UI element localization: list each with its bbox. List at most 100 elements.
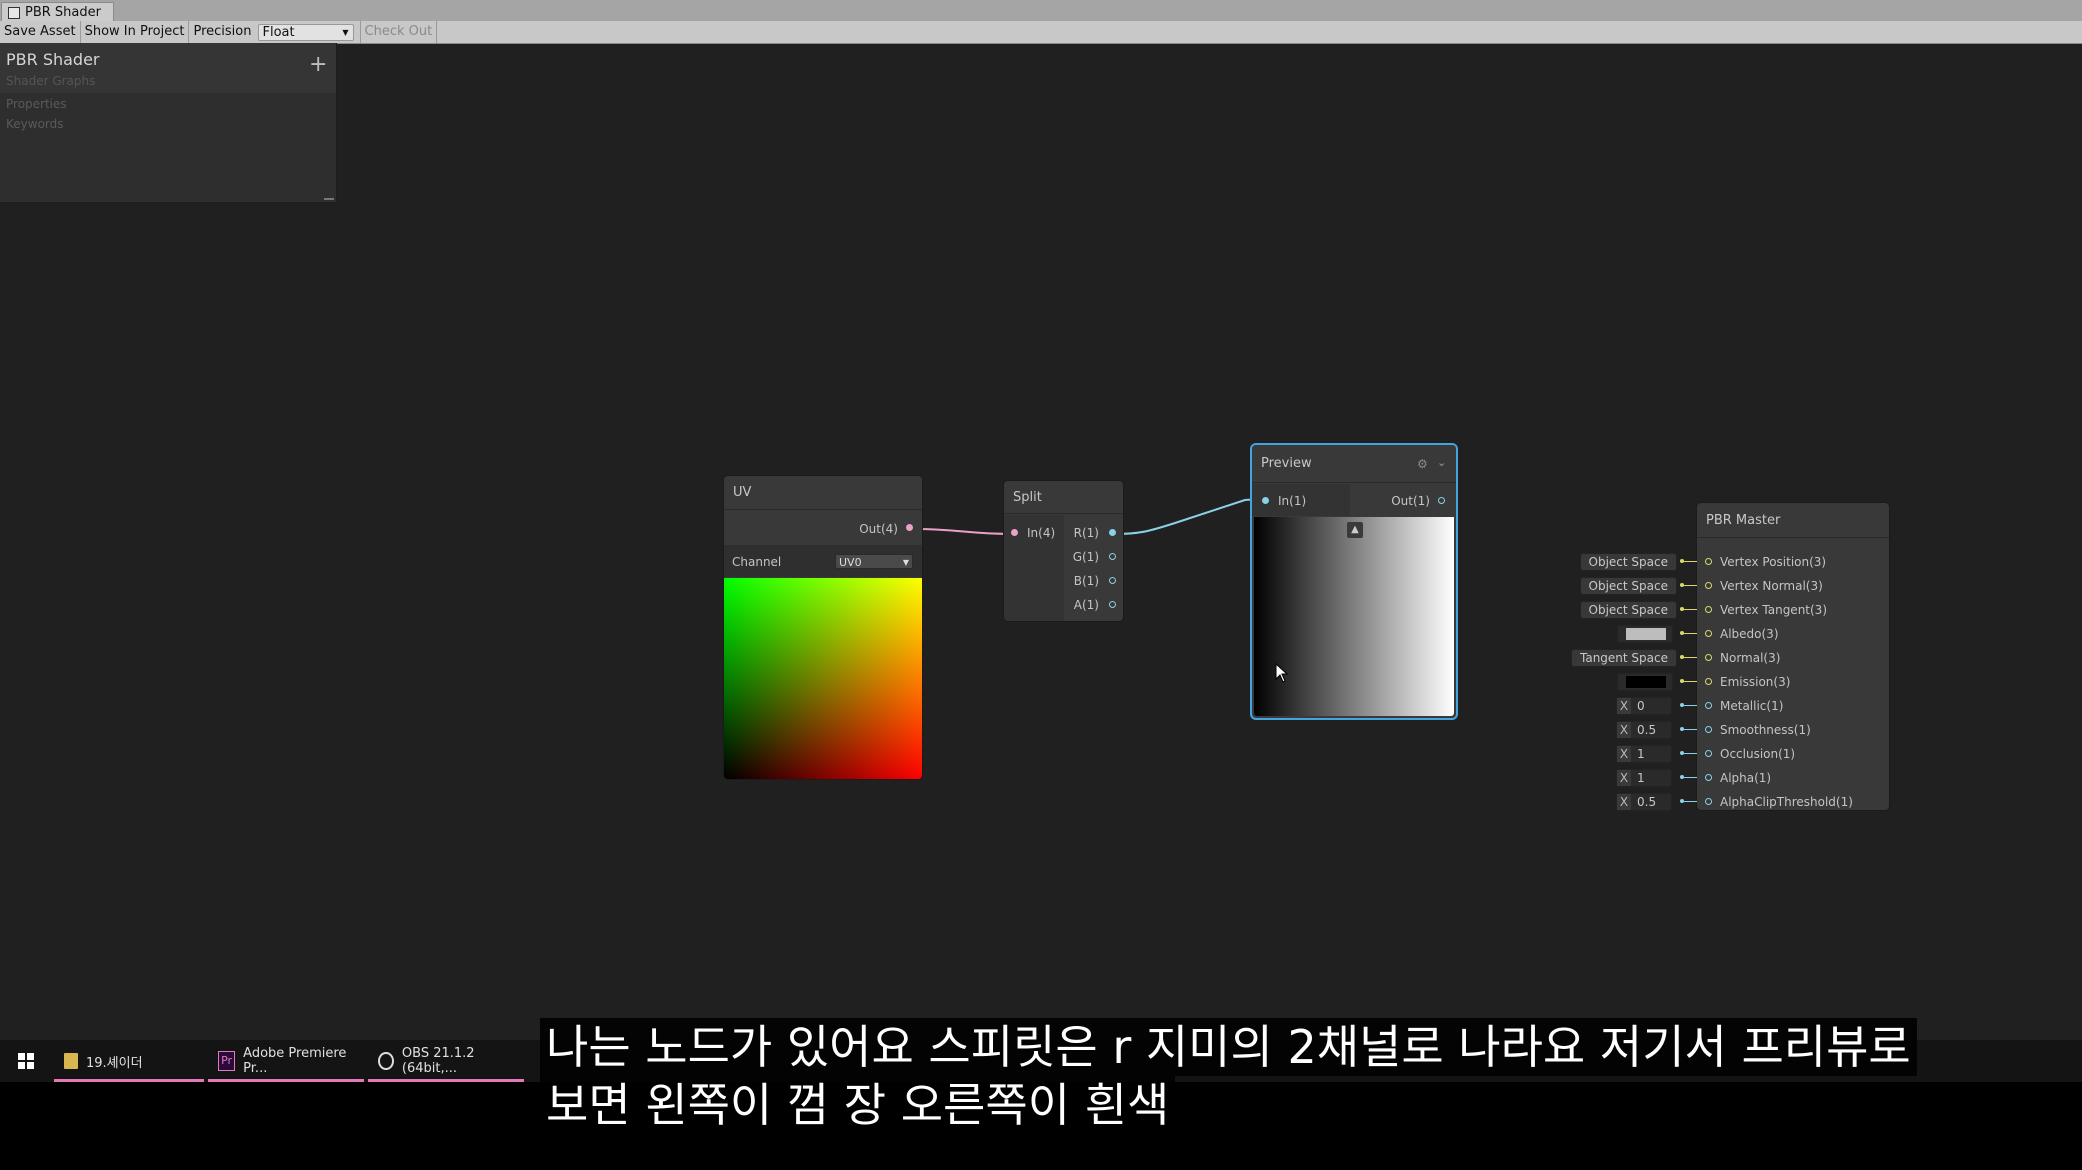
taskbar-item-folder[interactable]: 19.셰이더	[52, 1040, 206, 1082]
subtitle-line-2: 보면 왼쪽이 껌 장 오른쪽이 흰색	[540, 1076, 1176, 1134]
master-input-port[interactable]	[1705, 726, 1712, 733]
master-input-port[interactable]	[1705, 750, 1712, 757]
preview-in-label: In(1)	[1278, 494, 1307, 508]
master-input-label: Vertex Normal(3)	[1720, 579, 1823, 593]
folder-icon	[64, 1053, 78, 1069]
float-field[interactable]: X 0.5	[1616, 721, 1672, 739]
master-input-label: Albedo(3)	[1720, 627, 1779, 641]
master-input-connector	[1680, 727, 1684, 731]
master-input-connector	[1680, 679, 1684, 683]
master-input-label: AlphaClipThreshold(1)	[1720, 795, 1853, 809]
color-field[interactable]	[1617, 673, 1673, 691]
master-input-port[interactable]	[1705, 606, 1712, 613]
master-input-connector	[1680, 607, 1684, 611]
color-swatch	[1626, 628, 1666, 640]
float-field[interactable]: X0	[1616, 697, 1672, 715]
video-subtitle: 나는 노드가 있어요 스피릿은 r 지미의 2채널로 나라요 저기서 프리뷰로 …	[540, 1018, 2060, 1134]
split-in-label: In(4)	[1027, 526, 1056, 540]
windows-icon	[18, 1053, 34, 1069]
split-out-g-port[interactable]	[1109, 553, 1116, 560]
float-value: 1	[1637, 771, 1645, 785]
taskbar-item-label: 19.셰이더	[86, 1055, 143, 1071]
float-value: 0.5	[1637, 795, 1657, 809]
split-in-port[interactable]	[1011, 529, 1018, 536]
uv-to-split-edge	[914, 528, 1016, 535]
master-input-connector	[1680, 631, 1684, 635]
collapse-preview-button[interactable]: ▲	[1347, 522, 1363, 538]
preview-in-port[interactable]	[1262, 497, 1269, 504]
uv-out-port[interactable]	[906, 524, 913, 531]
master-input-label: Occlusion(1)	[1720, 747, 1796, 761]
float-value: 0.5	[1637, 723, 1657, 737]
start-button[interactable]	[0, 1040, 52, 1082]
master-input-label: Metallic(1)	[1720, 699, 1784, 713]
preview-image	[1254, 517, 1454, 716]
master-input-label: Vertex Tangent(3)	[1720, 603, 1827, 617]
uv-node[interactable]: UV Out(4) Channel UV0 ▼	[724, 476, 922, 779]
split-out-b-port[interactable]	[1109, 577, 1116, 584]
preview-out-port[interactable]	[1438, 497, 1445, 504]
space-dropdown[interactable]: Object Space	[1579, 577, 1677, 595]
master-input-label: Alpha(1)	[1720, 771, 1772, 785]
master-input-port[interactable]	[1705, 654, 1712, 661]
master-input-connector	[1680, 751, 1684, 755]
float-field[interactable]: X 0.5	[1616, 793, 1672, 811]
uv-node-title: UV	[724, 476, 922, 510]
master-input-label: Normal(3)	[1720, 651, 1781, 665]
master-input-label: Emission(3)	[1720, 675, 1791, 689]
master-input-connector	[1680, 703, 1684, 707]
float-value: 0	[1637, 699, 1645, 713]
master-input-port[interactable]	[1705, 582, 1712, 589]
split-out-b-label: B(1)	[1073, 574, 1099, 588]
split-node[interactable]: Split In(4) R(1) G(1) B(1) A(1)	[1004, 481, 1123, 621]
subtitle-line-1: 나는 노드가 있어요 스피릿은 r 지미의 2채널로 나라요 저기서 프리뷰로	[540, 1018, 1917, 1076]
master-input-port[interactable]	[1705, 558, 1712, 565]
pbr-master-title: PBR Master	[1697, 503, 1889, 538]
split-to-preview-edge	[1114, 498, 1265, 535]
split-node-title: Split	[1004, 481, 1123, 514]
split-out-g-label: G(1)	[1072, 550, 1099, 564]
premiere-icon: Pr	[218, 1051, 236, 1071]
master-input-port[interactable]	[1705, 630, 1712, 637]
split-out-r-label: R(1)	[1073, 526, 1099, 540]
color-field[interactable]	[1617, 625, 1673, 643]
color-swatch	[1626, 676, 1666, 688]
float-field[interactable]: X1	[1616, 745, 1672, 763]
taskbar-item-label: Adobe Premiere Pr...	[243, 1046, 347, 1076]
master-input-port[interactable]	[1705, 774, 1712, 781]
master-input-label: Smoothness(1)	[1720, 723, 1811, 737]
axis-label: X	[1617, 794, 1631, 810]
chevron-down-icon: ▼	[902, 558, 909, 567]
obs-icon	[378, 1052, 394, 1070]
channel-dropdown[interactable]: UV0 ▼	[835, 554, 913, 569]
float-field[interactable]: X1	[1616, 769, 1672, 787]
pbr-master-node[interactable]: PBR Master Vertex Position(3) Vertex Norm…	[1697, 503, 1889, 810]
master-input-port[interactable]	[1705, 702, 1712, 709]
space-dropdown[interactable]: Object Space	[1579, 553, 1677, 571]
split-out-r-port[interactable]	[1109, 529, 1116, 536]
channel-value: UV0	[839, 556, 862, 569]
taskbar-item-premiere[interactable]: Pr Adobe Premiere Pr...	[206, 1040, 366, 1082]
master-input-connector	[1680, 583, 1684, 587]
taskbar-item-label: OBS 21.1.2 (64bit,...	[401, 1046, 475, 1076]
taskbar-item-obs[interactable]: OBS 21.1.2 (64bit,...	[366, 1040, 526, 1082]
space-dropdown[interactable]: Object Space	[1579, 601, 1677, 619]
uv-preview-image	[724, 578, 922, 779]
master-input-port[interactable]	[1705, 678, 1712, 685]
axis-label: X	[1617, 770, 1631, 786]
master-input-connector	[1680, 559, 1684, 563]
axis-label: X	[1617, 722, 1631, 738]
space-dropdown[interactable]: Tangent Space	[1571, 649, 1677, 667]
chevron-down-icon[interactable]: ⌄	[1437, 456, 1446, 469]
gear-icon[interactable]: ⚙	[1417, 457, 1428, 471]
axis-label: X	[1617, 746, 1631, 762]
master-input-connector	[1680, 799, 1684, 803]
master-input-connector	[1680, 775, 1684, 779]
split-out-a-port[interactable]	[1109, 601, 1116, 608]
channel-label: Channel	[732, 555, 782, 569]
preview-out-label: Out(1)	[1391, 494, 1430, 508]
mouse-cursor-icon	[1275, 663, 1289, 683]
split-out-a-label: A(1)	[1073, 598, 1099, 612]
master-input-port[interactable]	[1705, 798, 1712, 805]
master-input-label: Vertex Position(3)	[1720, 555, 1827, 569]
